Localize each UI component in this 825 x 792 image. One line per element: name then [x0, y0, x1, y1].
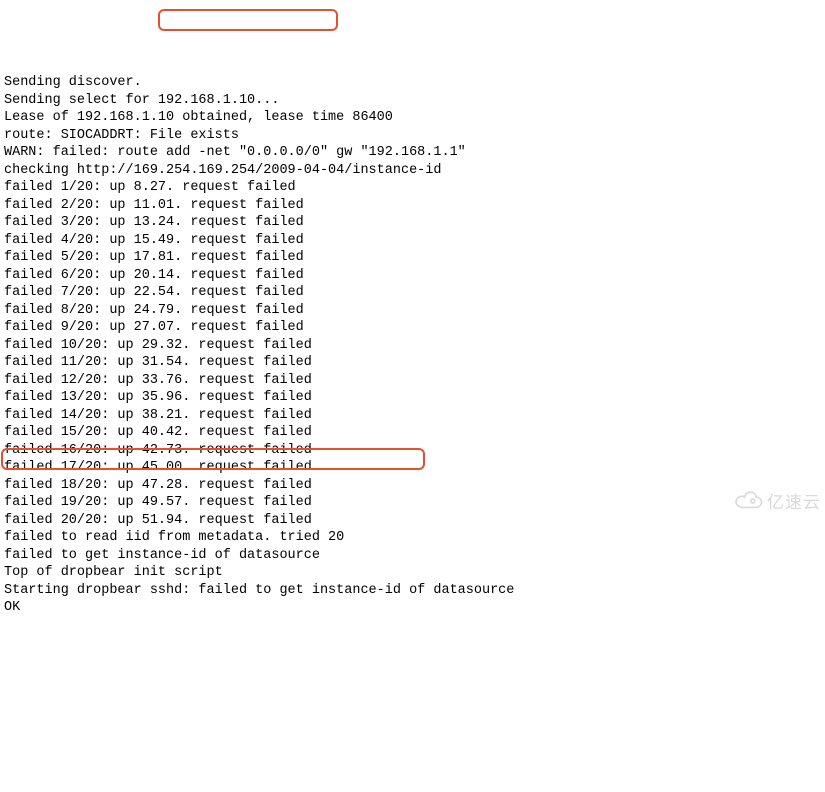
- console-line: failed 16/20: up 42.73. request failed: [4, 442, 821, 460]
- console-line: Lease of 192.168.1.10 obtained, lease ti…: [4, 109, 821, 127]
- watermark: 亿速云: [709, 474, 821, 533]
- console-line: failed 7/20: up 22.54. request failed: [4, 284, 821, 302]
- console-line: failed 19/20: up 49.57. request failed: [4, 494, 821, 512]
- console-line: OK: [4, 599, 821, 617]
- console-line: Sending discover.: [4, 74, 821, 92]
- console-line: failed 9/20: up 27.07. request failed: [4, 319, 821, 337]
- console-line: failed to read iid from metadata. tried …: [4, 529, 821, 547]
- console-line: failed 20/20: up 51.94. request failed: [4, 512, 821, 530]
- console-line: Sending select for 192.168.1.10...: [4, 92, 821, 110]
- console-line: failed 13/20: up 35.96. request failed: [4, 389, 821, 407]
- console-line: failed 14/20: up 38.21. request failed: [4, 407, 821, 425]
- console-line: failed 4/20: up 15.49. request failed: [4, 232, 821, 250]
- console-line: Starting dropbear sshd: failed to get in…: [4, 582, 821, 600]
- highlight-ip-address: [158, 9, 338, 31]
- console-line: failed 5/20: up 17.81. request failed: [4, 249, 821, 267]
- console-line: failed 12/20: up 33.76. request failed: [4, 372, 821, 390]
- console-line: failed 18/20: up 47.28. request failed: [4, 477, 821, 495]
- console-line: failed 3/20: up 13.24. request failed: [4, 214, 821, 232]
- console-line: failed 10/20: up 29.32. request failed: [4, 337, 821, 355]
- console-line: failed 6/20: up 20.14. request failed: [4, 267, 821, 285]
- console-line: WARN: failed: route add -net "0.0.0.0/0"…: [4, 144, 821, 162]
- console-line: checking http://169.254.169.254/2009-04-…: [4, 162, 821, 180]
- console-line: Top of dropbear init script: [4, 564, 821, 582]
- console-line: failed 8/20: up 24.79. request failed: [4, 302, 821, 320]
- console-line: failed 15/20: up 40.42. request failed: [4, 424, 821, 442]
- console-line: failed 1/20: up 8.27. request failed: [4, 179, 821, 197]
- console-line: failed 2/20: up 11.01. request failed: [4, 197, 821, 215]
- cloud-icon: [709, 474, 764, 533]
- console-line: failed to get instance-id of datasource: [4, 547, 821, 565]
- watermark-text: 亿速云: [767, 494, 821, 512]
- console-line: failed 17/20: up 45.00. request failed: [4, 459, 821, 477]
- console-line: route: SIOCADDRT: File exists: [4, 127, 821, 145]
- console-line: failed 11/20: up 31.54. request failed: [4, 354, 821, 372]
- console-output: Sending discover.Sending select for 192.…: [4, 74, 821, 617]
